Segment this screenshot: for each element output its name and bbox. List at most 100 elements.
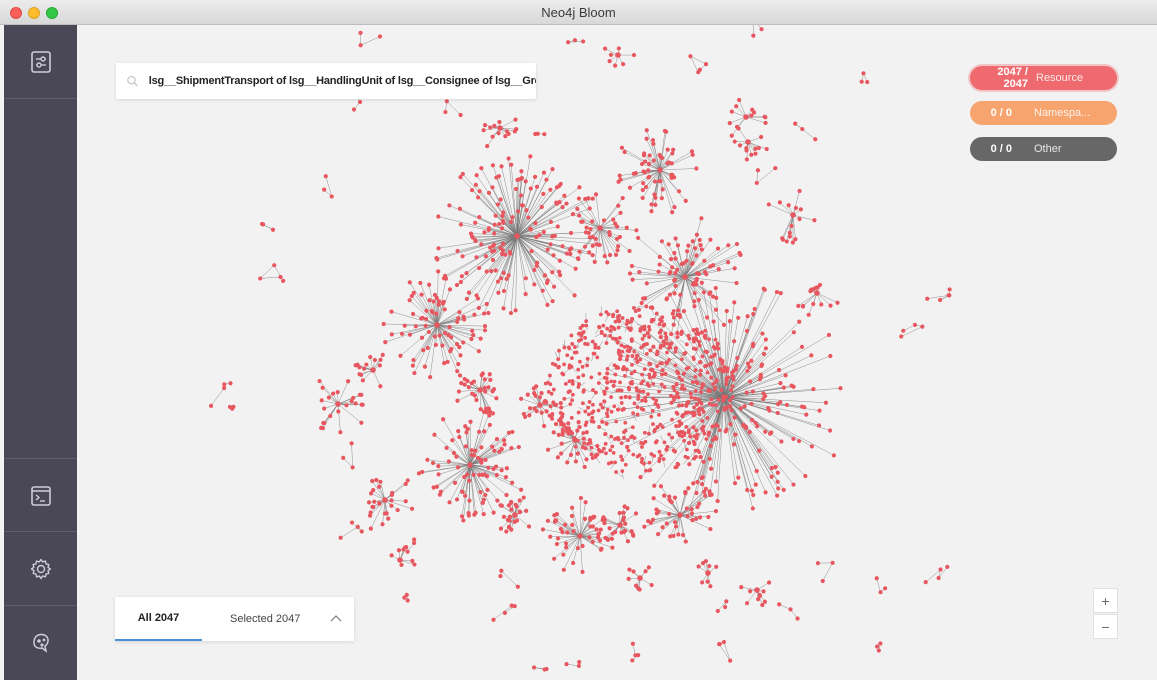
graph-node <box>461 340 466 345</box>
graph-node <box>532 267 537 273</box>
graph-node <box>368 354 373 360</box>
graph-node <box>442 361 447 366</box>
settings-button[interactable] <box>4 532 77 605</box>
graph-node <box>620 469 625 474</box>
graph-node <box>725 405 730 409</box>
graph-node <box>359 420 364 425</box>
graph-node <box>517 510 523 515</box>
graph-node <box>748 379 753 384</box>
graph-node <box>753 420 758 426</box>
graph-node <box>634 353 640 358</box>
graph-node <box>788 607 793 612</box>
graph-node <box>744 148 749 153</box>
graph-node <box>692 299 697 304</box>
graph-node <box>734 363 739 368</box>
graph-node <box>630 641 635 646</box>
graph-node <box>693 374 698 379</box>
graph-node <box>619 145 625 150</box>
graph-node <box>660 525 665 530</box>
graph-node <box>694 253 699 258</box>
graph-node <box>761 351 767 357</box>
tab-selected[interactable]: Selected 2047 <box>230 597 300 641</box>
graph-node <box>753 482 758 487</box>
graph-node <box>684 342 689 347</box>
zoom-in-button[interactable]: + <box>1093 588 1118 613</box>
graph-node <box>724 308 729 314</box>
graph-node <box>696 564 701 569</box>
graph-node <box>827 428 833 433</box>
graph-node <box>632 436 637 440</box>
graph-node <box>498 197 503 202</box>
graph-node <box>609 460 614 465</box>
graph-node <box>452 480 458 485</box>
graph-node <box>693 246 698 251</box>
graph-node <box>565 460 570 465</box>
graph-node <box>619 395 624 400</box>
graph-node <box>570 398 574 403</box>
graph-node <box>562 362 566 367</box>
graph-node <box>831 453 837 458</box>
graph-node <box>820 578 825 584</box>
graph-node <box>573 345 577 350</box>
graph-node <box>800 303 806 309</box>
graph-node <box>721 639 727 645</box>
graph-node <box>938 567 943 572</box>
graph-node <box>726 243 731 248</box>
graph-node <box>587 535 592 540</box>
graph-node <box>658 178 663 184</box>
graph-node <box>575 451 580 456</box>
bloom-menu-button[interactable] <box>4 606 77 679</box>
graph-node <box>623 394 628 400</box>
graph-node <box>329 194 334 199</box>
graph-node <box>470 328 475 334</box>
graph-node <box>364 362 369 367</box>
graph-node <box>542 132 547 137</box>
graph-node <box>494 175 499 180</box>
zoom-out-button[interactable]: − <box>1093 614 1118 639</box>
graph-node <box>749 488 754 493</box>
graph-node <box>703 62 709 67</box>
graph-node <box>319 398 324 403</box>
legend-category-other[interactable]: 0 / 0 Other <box>970 137 1117 161</box>
graph-node <box>629 435 633 440</box>
graph-node <box>458 112 463 118</box>
graph-node <box>577 382 581 387</box>
perspective-settings-button[interactable] <box>4 25 77 98</box>
command-terminal-button[interactable] <box>4 459 77 532</box>
graph-node <box>599 331 604 336</box>
graph-node <box>499 503 504 508</box>
graph-node <box>691 425 696 430</box>
graph-node <box>657 262 662 267</box>
graph-node <box>713 509 719 514</box>
legend-category-namespace[interactable]: 0 / 0 Namespa... <box>970 101 1117 125</box>
graph-node <box>797 319 802 324</box>
graph-node <box>667 432 672 437</box>
graph-node <box>459 274 464 279</box>
graph-node <box>656 269 661 274</box>
graph-node <box>528 154 533 159</box>
graph-node <box>583 446 588 451</box>
graph-node <box>483 492 488 498</box>
search-input[interactable]: lsg__ShipmentTransport of lsg__HandlingU… <box>149 75 536 87</box>
graph-node <box>424 308 429 313</box>
graph-node <box>759 134 764 140</box>
graph-node <box>685 249 690 254</box>
graph-node <box>592 259 597 264</box>
graph-node <box>526 215 531 220</box>
search-bar[interactable]: lsg__ShipmentTransport of lsg__HandlingU… <box>116 63 536 99</box>
graph-node <box>492 448 497 453</box>
graph-node <box>366 500 372 505</box>
tab-all[interactable]: All 2047 <box>115 597 202 641</box>
graph-node <box>534 263 539 268</box>
legend-category-resource[interactable]: 2047 / 2047 Resource <box>970 66 1117 90</box>
graph-edge <box>469 421 471 466</box>
graph-node <box>461 314 466 319</box>
graph-node <box>477 189 482 194</box>
chevron-up-icon[interactable] <box>329 612 343 626</box>
graph-node <box>874 576 879 581</box>
graph-node <box>396 548 402 553</box>
graph-node <box>336 409 341 414</box>
graph-node <box>473 510 478 515</box>
graph-node <box>519 169 524 174</box>
graph-node <box>625 354 630 359</box>
